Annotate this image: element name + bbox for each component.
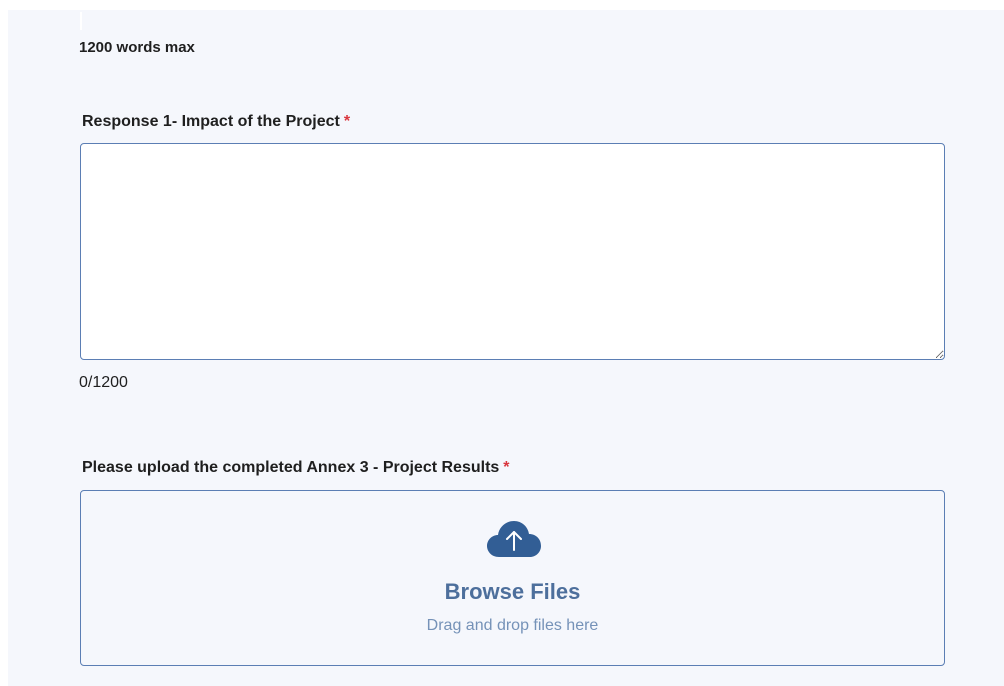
- file-dropzone[interactable]: Browse Files Drag and drop files here: [80, 490, 945, 666]
- response-field-label: Response 1- Impact of the Project *: [82, 113, 350, 131]
- required-marker: *: [503, 459, 510, 476]
- browse-files-link[interactable]: Browse Files: [81, 579, 944, 605]
- word-counter: 0/1200: [79, 374, 128, 391]
- upload-field-label: Please upload the completed Annex 3 - Pr…: [82, 459, 510, 477]
- word-limit-hint: 1200 words max: [79, 39, 195, 56]
- drag-drop-hint: Drag and drop files here: [426, 617, 599, 634]
- upload-label-text: Please upload the completed Annex 3 - Pr…: [82, 459, 500, 476]
- response-textarea[interactable]: [80, 143, 945, 360]
- cloud-upload-icon: [487, 521, 541, 557]
- response-label-text: Response 1- Impact of the Project: [82, 113, 340, 130]
- top-divider: [80, 12, 82, 30]
- required-marker: *: [343, 113, 351, 130]
